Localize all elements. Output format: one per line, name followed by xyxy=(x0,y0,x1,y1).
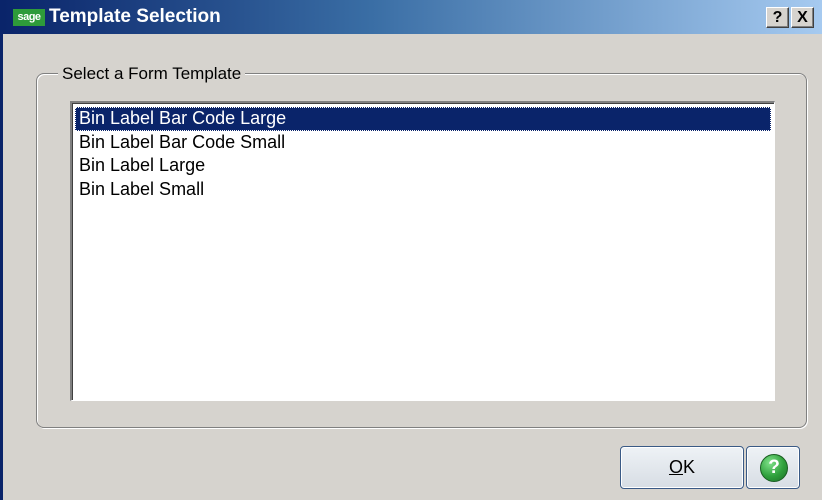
ok-mnemonic: O xyxy=(668,457,683,477)
green-help-icon: ? xyxy=(760,454,788,482)
group-label: Select a Form Template xyxy=(58,64,246,84)
help-button[interactable]: ? xyxy=(746,446,800,489)
list-item[interactable]: Bin Label Bar Code Large xyxy=(75,107,771,131)
close-icon: X xyxy=(797,9,808,26)
titlebar-help-button[interactable]: ? xyxy=(766,7,789,28)
ok-button[interactable]: OK xyxy=(620,446,744,489)
list-item[interactable]: Bin Label Small xyxy=(75,178,771,202)
titlebar-close-button[interactable]: X xyxy=(791,7,814,28)
list-item[interactable]: Bin Label Large xyxy=(75,154,771,178)
title-bar: sage Template Selection ? X xyxy=(3,0,822,34)
sage-logo-icon: sage xyxy=(13,9,45,26)
window-title: Template Selection xyxy=(49,6,221,27)
question-mark-icon: ? xyxy=(772,9,783,26)
template-selection-dialog: sage Template Selection ? X Select a For… xyxy=(0,0,822,500)
ok-label-rest: K xyxy=(683,457,696,477)
template-listbox[interactable]: Bin Label Bar Code Large Bin Label Bar C… xyxy=(70,101,775,401)
list-item[interactable]: Bin Label Bar Code Small xyxy=(75,131,771,155)
